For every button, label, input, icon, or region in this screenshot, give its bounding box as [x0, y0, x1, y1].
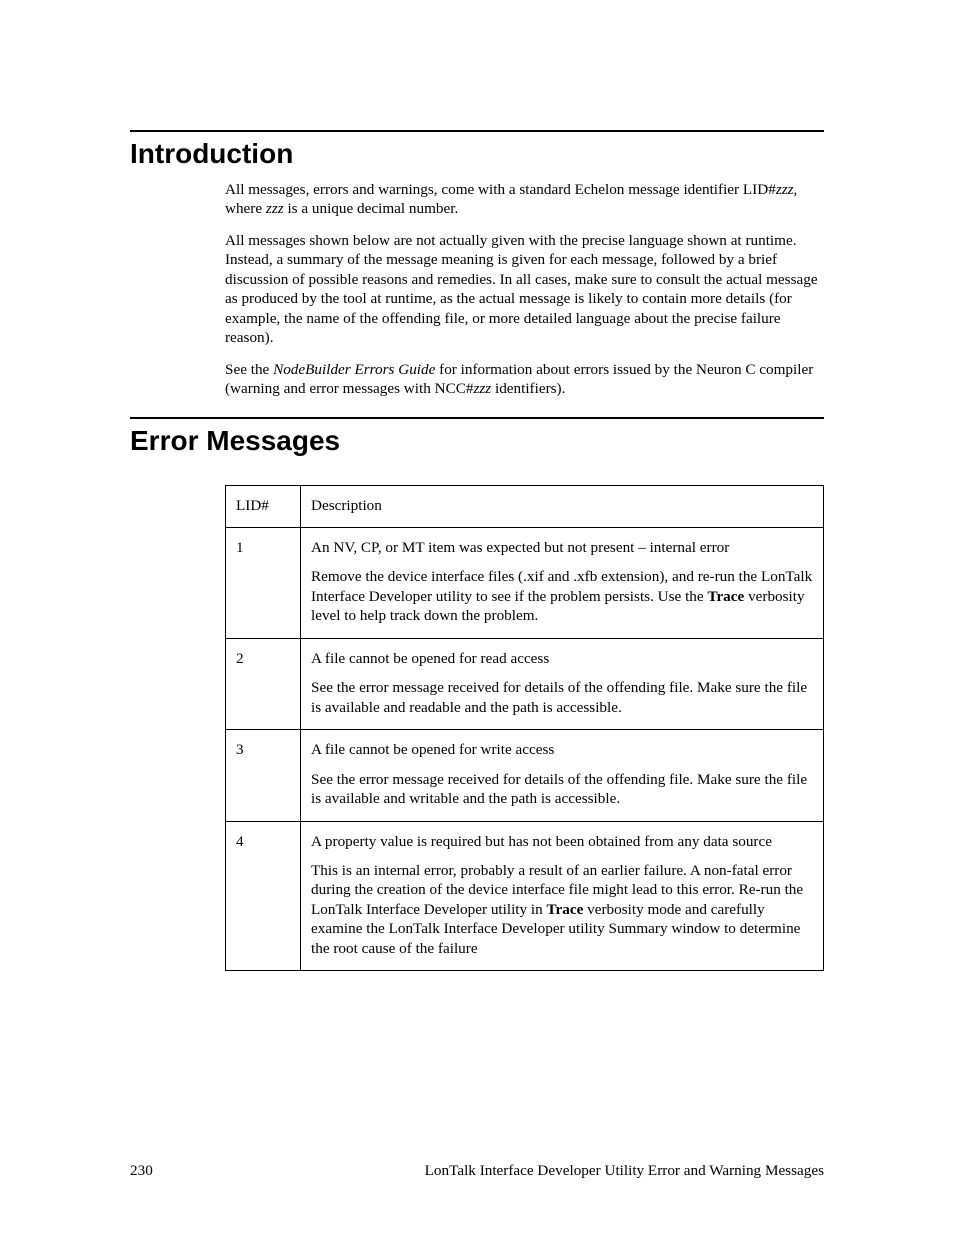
- footer-title: LonTalk Interface Developer Utility Erro…: [425, 1162, 824, 1180]
- table-header-row: LID# Description: [226, 485, 824, 527]
- text: See the: [225, 361, 273, 378]
- heading-introduction: Introduction: [130, 130, 824, 170]
- table-row: 2 A file cannot be opened for read acces…: [226, 638, 824, 729]
- table-row: 4 A property value is required but has n…: [226, 821, 824, 971]
- cell-lid: 2: [226, 638, 301, 729]
- text-italic: zzz: [266, 200, 284, 217]
- text-bold: Trace: [707, 588, 744, 605]
- error-title: A file cannot be opened for write access: [311, 740, 813, 759]
- cell-description: A property value is required but has not…: [301, 821, 824, 971]
- text-bold: Trace: [547, 901, 584, 918]
- page-content: Introduction All messages, errors and wa…: [0, 0, 954, 971]
- table-row: 3 A file cannot be opened for write acce…: [226, 730, 824, 821]
- error-body: Remove the device interface files (.xif …: [311, 567, 813, 625]
- cell-lid: 1: [226, 527, 301, 638]
- text-italic: NodeBuilder Errors Guide: [273, 361, 435, 378]
- table-row: 1 An NV, CP, or MT item was expected but…: [226, 527, 824, 638]
- text-italic: zzz: [473, 380, 491, 397]
- error-table: LID# Description 1 An NV, CP, or MT item…: [225, 485, 824, 972]
- error-body: See the error message received for detai…: [311, 678, 813, 717]
- text: is a unique decimal number.: [284, 200, 459, 217]
- cell-description: An NV, CP, or MT item was expected but n…: [301, 527, 824, 638]
- cell-lid: 3: [226, 730, 301, 821]
- error-body: This is an internal error, probably a re…: [311, 861, 813, 958]
- error-title: An NV, CP, or MT item was expected but n…: [311, 538, 813, 557]
- col-header-description: Description: [301, 485, 824, 527]
- error-body: See the error message received for detai…: [311, 770, 813, 809]
- text: See the error message received for detai…: [311, 679, 807, 715]
- col-header-lid: LID#: [226, 485, 301, 527]
- cell-lid: 4: [226, 821, 301, 971]
- heading-error-messages: Error Messages: [130, 417, 824, 457]
- error-title: A file cannot be opened for read access: [311, 649, 813, 668]
- errors-body: LID# Description 1 An NV, CP, or MT item…: [225, 485, 824, 972]
- cell-description: A file cannot be opened for read access …: [301, 638, 824, 729]
- intro-p2: All messages shown below are not actuall…: [225, 231, 824, 348]
- text: All messages, errors and warnings, come …: [225, 181, 776, 198]
- page-footer: 230 LonTalk Interface Developer Utility …: [0, 1162, 954, 1180]
- error-title: A property value is required but has not…: [311, 832, 813, 851]
- text: See the error message received for detai…: [311, 771, 807, 807]
- text: identifiers).: [491, 380, 565, 397]
- text-italic: zzz: [776, 181, 794, 198]
- page-number: 230: [130, 1162, 153, 1180]
- intro-p3: See the NodeBuilder Errors Guide for inf…: [225, 360, 824, 399]
- cell-description: A file cannot be opened for write access…: [301, 730, 824, 821]
- intro-p1: All messages, errors and warnings, come …: [225, 180, 824, 219]
- intro-body: All messages, errors and warnings, come …: [225, 180, 824, 399]
